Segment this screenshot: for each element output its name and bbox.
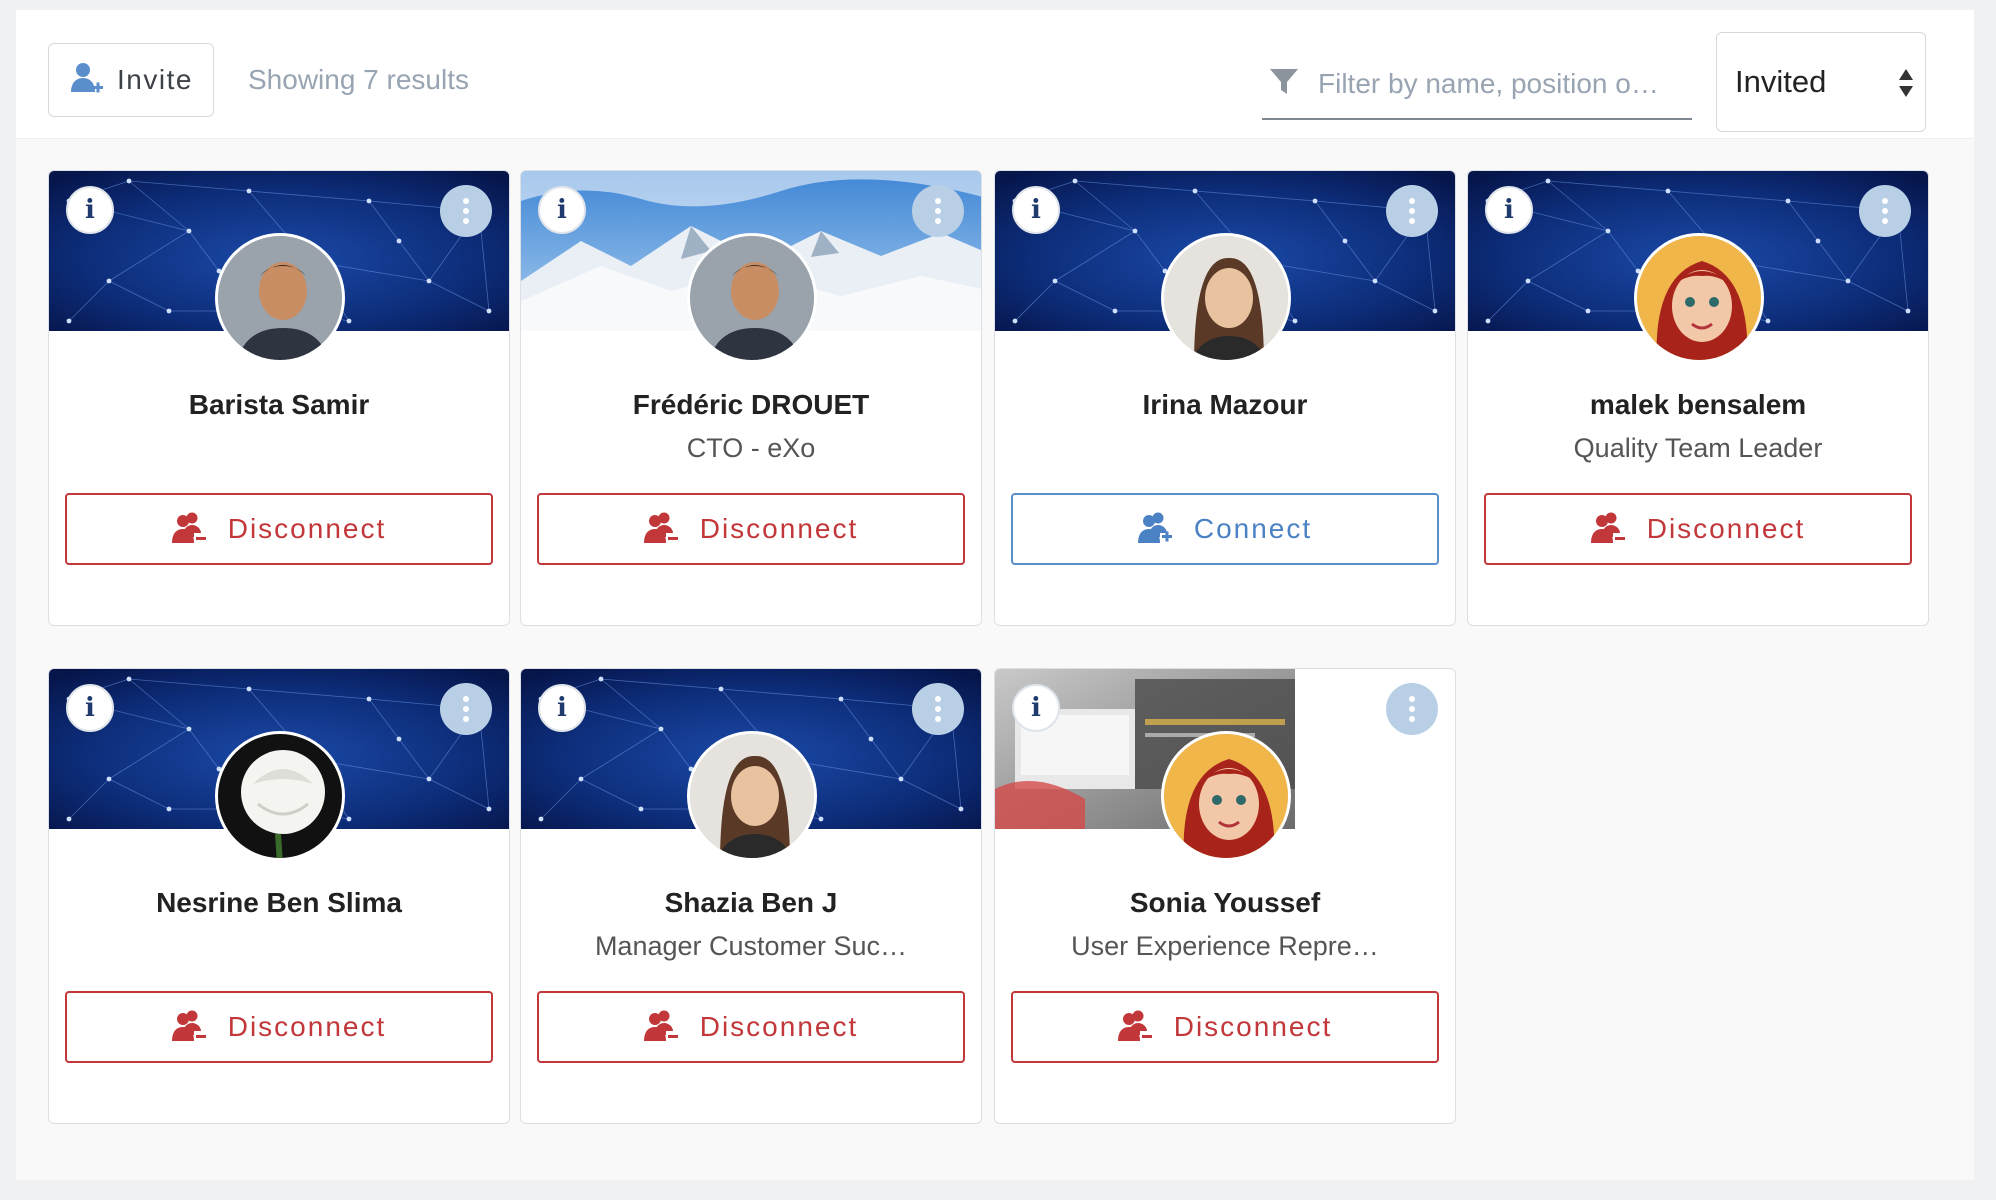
avatar[interactable]	[687, 731, 817, 861]
info-icon[interactable]: i	[538, 684, 586, 732]
disconnect-button[interactable]: Disconnect	[1484, 493, 1912, 565]
action-label: Disconnect	[699, 513, 859, 544]
person-name[interactable]: Irina Mazour	[995, 389, 1455, 421]
disconnect-button[interactable]: Disconnect	[537, 493, 965, 565]
select-value: Invited	[1735, 64, 1827, 99]
funnel-icon	[1268, 66, 1300, 103]
user-minus-icon	[171, 509, 208, 550]
kebab-menu-icon[interactable]	[912, 683, 964, 735]
person-position: CTO - eXo	[686, 433, 816, 463]
user-minus-icon	[1117, 1007, 1154, 1048]
filter-input[interactable]	[1316, 67, 1690, 101]
action-label: Connect	[1193, 513, 1313, 544]
avatar[interactable]	[1161, 731, 1291, 861]
person-position: Quality Team Leader	[1573, 433, 1823, 463]
user-minus-icon	[643, 509, 680, 550]
results-count: Showing 7 results	[248, 64, 470, 95]
person-name[interactable]: Nesrine Ben Slima	[49, 887, 509, 919]
person-name[interactable]: Sonia Youssef	[995, 887, 1455, 919]
action-label: Disconnect	[699, 1011, 859, 1042]
person-name[interactable]: Shazia Ben J	[521, 887, 981, 919]
info-icon[interactable]: i	[1012, 684, 1060, 732]
person-position: Manager Customer Suc…	[594, 931, 908, 961]
user-minus-icon	[1590, 509, 1627, 550]
person-name[interactable]: Barista Samir	[49, 389, 509, 421]
kebab-menu-icon[interactable]	[912, 185, 964, 237]
disconnect-button[interactable]: Disconnect	[65, 493, 493, 565]
disconnect-button[interactable]: Disconnect	[537, 991, 965, 1063]
person-card[interactable]: i Barista Samir Disconnect	[48, 170, 510, 626]
user-plus-icon	[69, 60, 105, 101]
person-card[interactable]: i Nesrine Ben Slima Disconnect	[48, 668, 510, 1124]
kebab-menu-icon[interactable]	[1386, 185, 1438, 237]
action-label: Disconnect	[227, 513, 387, 544]
person-card[interactable]: i Shazia Ben J Manager Customer Suc… Dis…	[520, 668, 982, 1124]
kebab-menu-icon[interactable]	[1386, 683, 1438, 735]
action-label: Disconnect	[1646, 513, 1806, 544]
person-card[interactable]: i malek bensalem Quality Team Leader Dis…	[1467, 170, 1929, 626]
person-position: User Experience Repre…	[1071, 931, 1379, 961]
person-card[interactable]: i Irina Mazour Connect	[994, 170, 1456, 626]
user-minus-icon	[171, 1007, 208, 1048]
connection-status-select[interactable]: Invited	[1716, 32, 1926, 132]
user-minus-icon	[643, 1007, 680, 1048]
info-icon[interactable]: i	[66, 186, 114, 234]
action-label: Disconnect	[1173, 1011, 1333, 1042]
invite-label: Invite	[117, 64, 193, 95]
info-icon[interactable]: i	[66, 684, 114, 732]
person-card[interactable]: i Sonia Youssef User Experience Repre… D…	[994, 668, 1456, 1124]
info-icon[interactable]: i	[538, 186, 586, 234]
user-plus-icon	[1137, 509, 1174, 550]
connect-button[interactable]: Connect	[1011, 493, 1439, 565]
disconnect-button[interactable]: Disconnect	[1011, 991, 1439, 1063]
person-name[interactable]: malek bensalem	[1468, 389, 1928, 421]
info-icon[interactable]: i	[1485, 186, 1533, 234]
kebab-menu-icon[interactable]	[440, 185, 492, 237]
person-card[interactable]: i Frédéric DROUET CTO - eXo Disconnect	[520, 170, 982, 626]
avatar[interactable]	[1634, 233, 1764, 363]
info-icon[interactable]: i	[1012, 186, 1060, 234]
filter-field[interactable]	[1262, 50, 1692, 120]
sort-arrows-icon	[1897, 67, 1915, 104]
avatar[interactable]	[687, 233, 817, 363]
disconnect-button[interactable]: Disconnect	[65, 991, 493, 1063]
avatar[interactable]	[215, 731, 345, 861]
avatar[interactable]	[1161, 233, 1291, 363]
kebab-menu-icon[interactable]	[440, 683, 492, 735]
invite-button[interactable]: Invite	[48, 43, 214, 117]
person-name[interactable]: Frédéric DROUET	[521, 389, 981, 421]
avatar[interactable]	[215, 233, 345, 363]
kebab-menu-icon[interactable]	[1859, 185, 1911, 237]
action-label: Disconnect	[227, 1011, 387, 1042]
